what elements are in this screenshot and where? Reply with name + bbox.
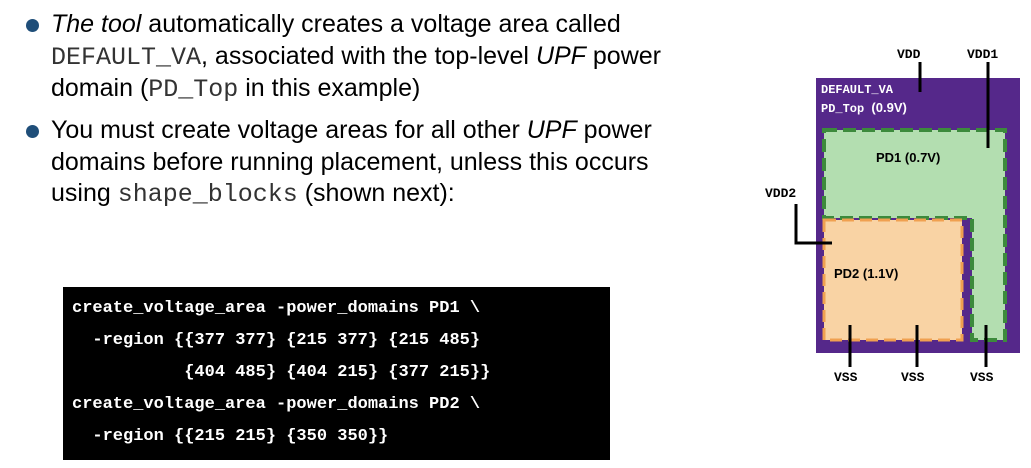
code-line-1: create_voltage_area -power_domains PD1 \ (72, 299, 481, 318)
bullet-dot-icon (26, 125, 39, 138)
pin-lines (794, 62, 990, 367)
vss-label-2: VSS (901, 370, 925, 385)
bullet-item-2: You must create voltage areas for all ot… (26, 115, 666, 211)
bullet1-pd-top: PD_Top (148, 75, 239, 104)
code-line-4: create_voltage_area -power_domains PD2 \ (72, 395, 481, 414)
bullet2-upf: UPF (526, 116, 577, 144)
bullet1-default-va: DEFAULT_VA (51, 42, 202, 72)
code-block: create_voltage_area -power_domains PD1 \… (63, 287, 610, 460)
vdd2-pin (794, 204, 832, 245)
bullet-text-1: The tool automatically creates a voltage… (51, 9, 666, 106)
bullet1-upf: UPF (535, 41, 586, 70)
voltage-area-diagram: VDD VDD1 VDD2 DEFAULT_VA PD_Top (0.9V) P… (760, 40, 1031, 400)
code-line-3: {404 485} {404 215} {377 215}} (72, 363, 491, 382)
bullet1-part-2: automatically creates a voltage area cal… (141, 10, 621, 38)
code-line-5: -region {{215 215} {350 350}} (72, 427, 389, 446)
bullet-text-2: You must create voltage areas for all ot… (51, 115, 666, 211)
bullet2-part-5: (shown next): (297, 179, 455, 207)
bullet1-part-8: in this example) (238, 74, 421, 102)
vss-label-3: VSS (970, 370, 994, 385)
bullet-item-1: The tool automatically creates a voltage… (26, 9, 666, 106)
vss-label-1: VSS (834, 370, 858, 385)
bullet1-part-4: , associated with the top-level (201, 41, 536, 70)
bullet2-shape-blocks: shape_blocks (117, 180, 298, 209)
bullet1-part-tool: The tool (51, 10, 142, 38)
code-line-2: -region {{377 377} {215 377} {215 485} (72, 331, 481, 350)
bullet2-part-1: You must create voltage areas for all ot… (51, 116, 527, 144)
bullet-dot-icon (26, 19, 39, 32)
